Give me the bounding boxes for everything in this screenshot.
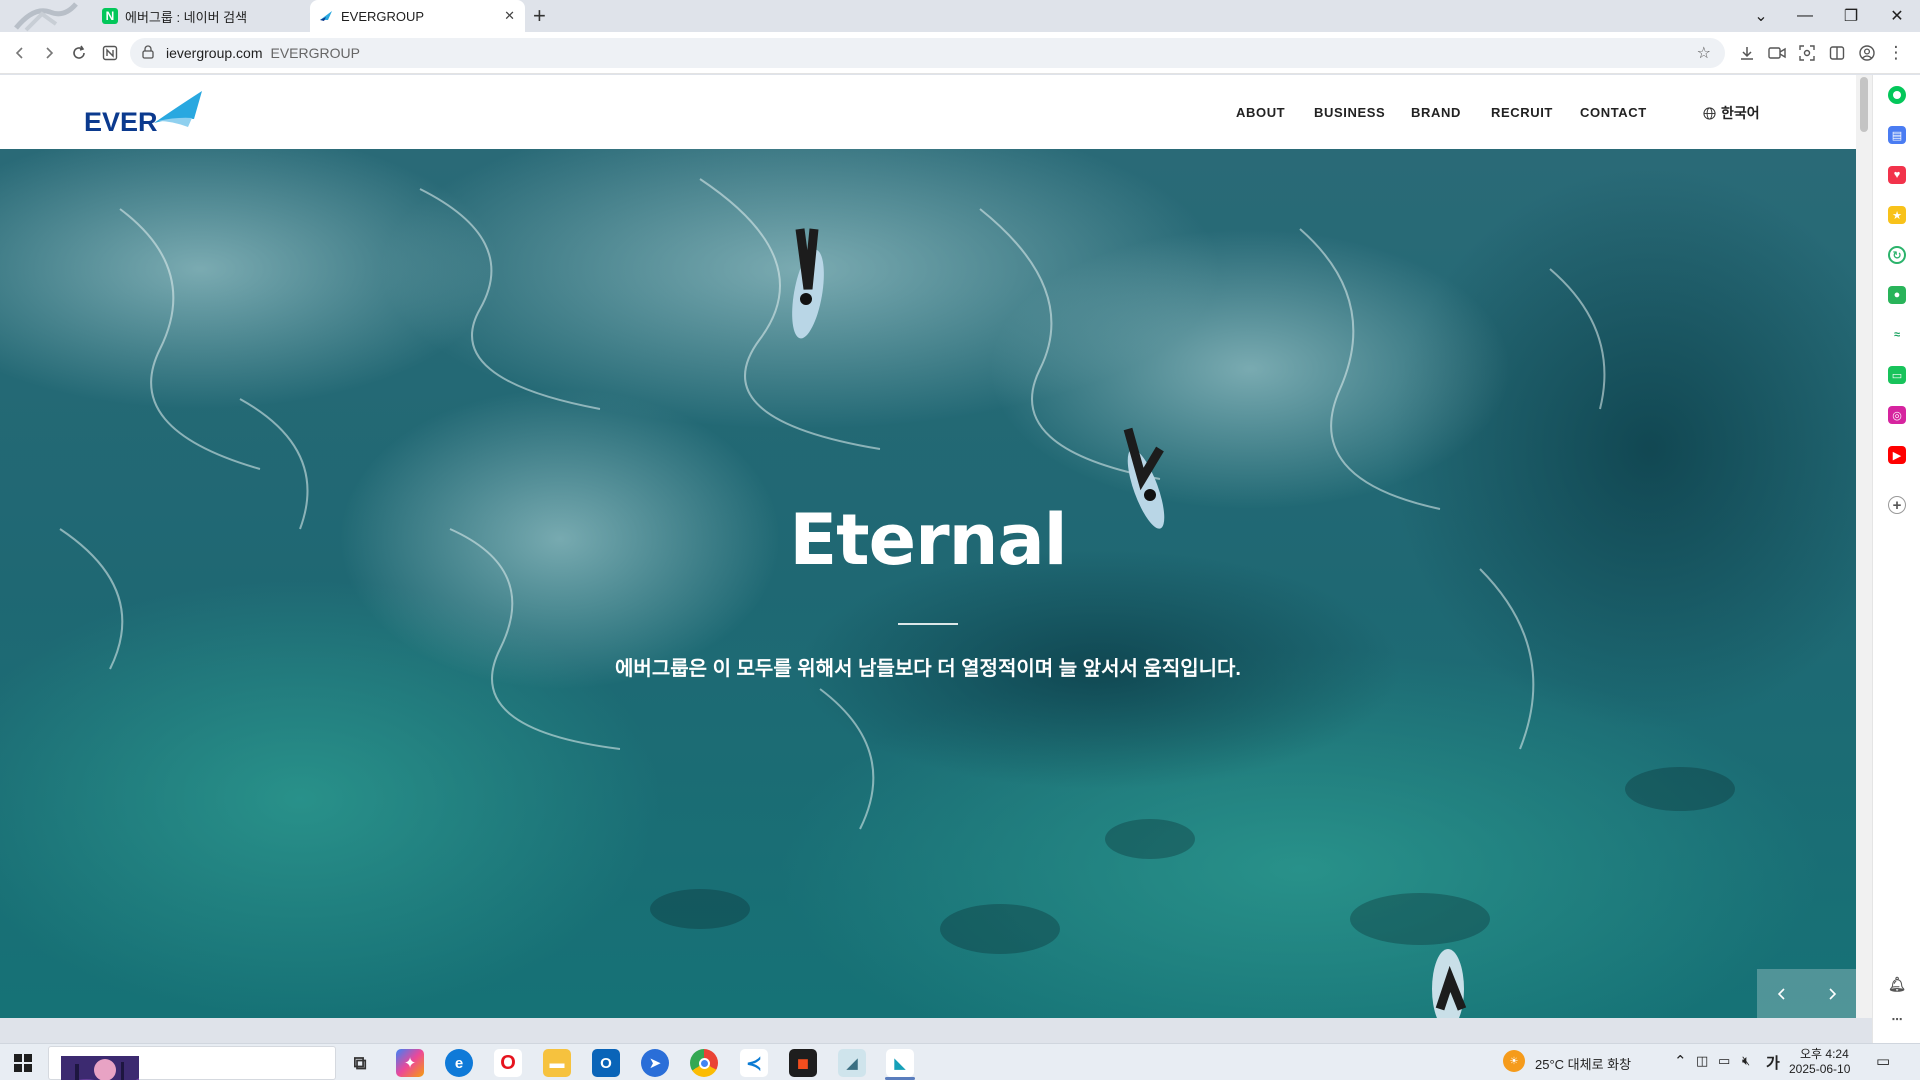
search-highlight-illustration [61,1056,139,1080]
clock-date[interactable]: 2025-06-10 [1789,1062,1850,1076]
tab-title: EVERGROUP [341,8,425,24]
naver-home-icon[interactable] [98,41,122,65]
whale-browser-icon[interactable]: ◣ [886,1049,914,1077]
tab-strip-decoration [14,2,78,32]
sidebar-more-icon[interactable]: ⋯ [1888,1010,1906,1028]
vscode-icon[interactable]: ≺ [740,1049,768,1077]
site-logo[interactable]: EVER [84,91,204,137]
hero-subtitle: 에버그룹은 이 모두를 위해서 남들보다 더 열정적이며 늘 앞서서 움직입니다… [615,658,1241,680]
network-icon[interactable]: ▭ [1718,1053,1730,1069]
reload-icon[interactable] [67,41,91,65]
minimize-button[interactable]: — [1782,0,1828,32]
add-sidebar-app-icon[interactable]: + [1888,496,1906,514]
browser-tab-strip: N 에버그룹 : 네이버 검색 EVERGROUP ✕ + ⌄ — ❐ ✕ [0,0,1920,32]
windows-taskbar: 찾기 ⧉ ✦ e O ▬ O ➤ ≺ ◼ ◢ ◣ ☀ 25°C 대체로 화창 ⌃… [0,1043,1920,1080]
browser-bottom-edge [0,1018,1872,1043]
weather-sun-icon[interactable]: ☀ [1503,1050,1525,1072]
tab-search-chevron-icon[interactable]: ⌄ [1738,0,1784,32]
nav-contact[interactable]: CONTACT [1580,105,1647,120]
webtoon-icon[interactable]: ▭ [1888,366,1906,384]
notification-bell-icon[interactable]: 🔔︎ [1888,975,1906,993]
ocean-surfers-image [0,149,1856,1018]
logo-text: EVER [84,107,158,137]
nav-brand[interactable]: BRAND [1411,105,1461,120]
page-scrollbar[interactable] [1856,75,1872,1018]
taskbar-search-box[interactable]: 찾기 [48,1046,336,1080]
tab-evergroup[interactable]: EVERGROUP ✕ [310,0,525,32]
chevron-right-icon [1829,988,1837,1000]
back-icon[interactable] [8,41,32,65]
windows-start-icon[interactable] [14,1054,32,1072]
web-page: EVER ABOUT BUSINESS BRAND RECRUIT CONTAC… [0,75,1856,1018]
evergroup-icon [318,8,334,24]
shopping-icon[interactable]: ● [1888,286,1906,304]
chevron-left-icon [1777,988,1785,1000]
opera-icon[interactable]: O [494,1049,522,1077]
notification-center-icon[interactable]: ▭ [1876,1052,1890,1070]
stock-icon[interactable]: ≈ [1888,326,1906,344]
slider-next-button[interactable] [1807,969,1856,1018]
menu-more-icon[interactable]: ⋮ [1884,41,1908,65]
language-selector[interactable]: 한국어 [1703,103,1760,123]
hero-divider [898,623,958,625]
task-view-icon[interactable]: ⧉ [346,1049,374,1077]
restore-button[interactable]: ❐ [1828,0,1874,32]
navigation-app-icon[interactable]: ➤ [641,1049,669,1077]
video-capture-icon[interactable] [1765,41,1789,65]
tray-overflow-chevron-icon[interactable]: ⌃ [1674,1052,1687,1070]
notes-app-icon[interactable]: ◢ [838,1049,866,1077]
chrome-icon[interactable] [690,1049,718,1077]
close-tab-icon[interactable]: ✕ [504,8,515,24]
download-icon[interactable] [1735,41,1759,65]
lock-icon [142,45,154,59]
copilot-icon[interactable]: ✦ [396,1049,424,1077]
scrollbar-thumb[interactable] [1860,77,1868,132]
globe-icon [1703,106,1716,120]
profile-icon[interactable] [1855,41,1879,65]
slider-prev-button[interactable] [1757,969,1807,1018]
nav-about[interactable]: ABOUT [1236,105,1285,120]
pocket-icon[interactable]: ♥ [1888,166,1906,184]
screenshot-icon[interactable] [1795,41,1819,65]
page-title-hint: EVERGROUP [270,45,360,61]
tab-naver-search[interactable]: N 에버그룹 : 네이버 검색 [86,0,306,32]
bookmark-star-icon[interactable]: ☆ [1697,43,1711,63]
new-tab-button[interactable]: + [533,4,546,28]
language-label: 한국어 [1721,105,1760,121]
calendar-icon[interactable]: ▤ [1888,126,1906,144]
nav-business[interactable]: BUSINESS [1314,105,1385,120]
logo-swoosh-icon [154,91,202,127]
address-bar[interactable]: ievergroup.com EVERGROUP ☆ [130,38,1725,68]
figma-icon[interactable]: ◼ [789,1049,817,1077]
tray-app-icon[interactable]: ◫ [1696,1053,1708,1069]
clock-time[interactable]: 오후 4:24 [1800,1045,1849,1062]
nav-recruit[interactable]: RECRUIT [1491,105,1553,120]
ime-indicator[interactable]: 가 [1766,1052,1780,1073]
hero-title: Eternal [789,499,1067,581]
refresh-app-icon[interactable]: ↻ [1888,246,1906,264]
naver-green-dot-icon[interactable] [1888,86,1906,104]
favorites-star-icon[interactable]: ★ [1888,206,1906,224]
weather-text[interactable]: 25°C 대체로 화창 [1535,1054,1631,1073]
site-header: EVER ABOUT BUSINESS BRAND RECRUIT CONTAC… [0,75,1856,149]
youtube-icon[interactable]: ▶ [1888,446,1906,464]
browser-sidebar: ▤ ♥ ★ ↻ ● ≈ ▭ ◎ ▶ + 🔔︎ ⋯ [1872,75,1920,1043]
url-text: ievergroup.com [166,45,263,61]
file-explorer-icon[interactable]: ▬ [543,1049,571,1077]
edge-browser-icon[interactable]: e [445,1049,473,1077]
tab-title: 에버그룹 : 네이버 검색 [125,9,248,25]
hero-slider: Eternal 에버그룹은 이 모두를 위해서 남들보다 더 열정적이며 늘 앞… [0,149,1856,1018]
close-window-button[interactable]: ✕ [1874,0,1920,32]
browser-toolbar: ievergroup.com EVERGROUP ☆ ⋮ [0,32,1920,74]
naver-icon: N [102,8,118,24]
forward-icon[interactable] [37,41,61,65]
split-view-icon[interactable] [1825,41,1849,65]
outlook-icon[interactable]: O [592,1049,620,1077]
instagram-icon[interactable]: ◎ [1888,406,1906,424]
volume-muted-icon[interactable]: 🔇︎ [1742,1053,1750,1069]
